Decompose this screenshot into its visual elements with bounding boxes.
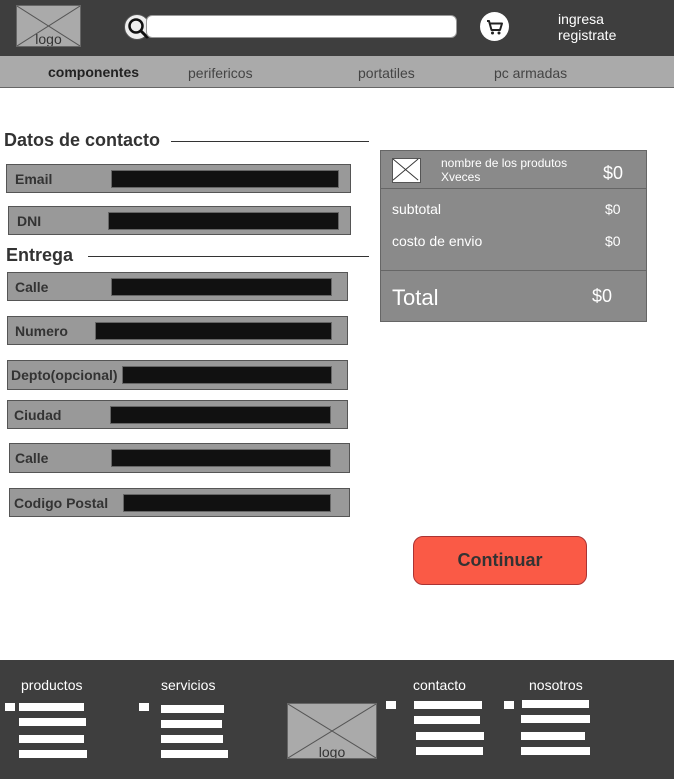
apartment-label: Depto(opcional) (11, 367, 118, 383)
subtotal-label: subtotal (392, 201, 442, 217)
number-field: Numero (7, 316, 348, 345)
footer-logo-label: logo (318, 744, 346, 759)
footer-link[interactable] (416, 732, 484, 740)
total-label: Total (392, 285, 439, 310)
nav-item-pc-armadas[interactable]: pc armadas (494, 65, 567, 81)
image-placeholder-icon (392, 158, 419, 181)
email-input[interactable] (111, 169, 339, 188)
summary-divider (381, 270, 646, 271)
footer-about-heading[interactable]: nosotros (529, 677, 583, 693)
logo-label: logo (35, 31, 62, 47)
nav-item-componentes[interactable]: componentes (48, 64, 139, 80)
summary-divider (381, 188, 646, 189)
header: logo ingresa registrate (0, 0, 674, 56)
street-label-2: Calle (15, 450, 49, 466)
footer-link[interactable] (414, 701, 482, 709)
email-field: Email (6, 164, 351, 193)
footer-link[interactable] (414, 716, 480, 724)
street-input-2[interactable] (111, 449, 331, 467)
footer-link[interactable] (161, 735, 223, 743)
city-input[interactable] (110, 405, 331, 424)
footer-products-heading[interactable]: productos (21, 677, 82, 693)
footer-link[interactable] (521, 715, 590, 723)
order-summary: nombre de los produtos Xveces $0 subtota… (380, 150, 647, 322)
product-name: nombre de los produtos (441, 156, 568, 170)
nav-item-perifericos[interactable]: perifericos (188, 65, 253, 81)
footer-link[interactable] (19, 735, 84, 743)
email-label: Email (15, 170, 53, 187)
footer-link[interactable] (521, 732, 585, 740)
footer: productos servicios logo contacto nosotr… (0, 660, 674, 779)
total-value: $0 (592, 286, 613, 306)
cart-button[interactable] (480, 12, 509, 41)
footer-link[interactable] (522, 700, 589, 708)
number-input[interactable] (95, 321, 332, 340)
login-link[interactable]: ingresa (558, 11, 604, 27)
footer-logo[interactable]: logo (287, 703, 377, 759)
footer-link[interactable] (416, 747, 483, 755)
postal-code-input[interactable] (123, 493, 331, 512)
dni-label: DNI (17, 212, 42, 229)
footer-link[interactable] (161, 750, 228, 758)
shipping-value: $0 (605, 233, 621, 249)
category-nav: componentes perifericos portatiles pc ar… (0, 56, 674, 88)
search-input[interactable] (146, 15, 457, 38)
street-field: Calle (7, 272, 348, 301)
footer-contact-heading[interactable]: contacto (413, 677, 466, 693)
product-price: $0 (603, 163, 624, 183)
register-link[interactable]: registrate (558, 27, 616, 43)
footer-bullet (504, 701, 514, 709)
postal-code-label: Codigo Postal (14, 494, 109, 511)
footer-link[interactable] (521, 747, 590, 755)
dni-input[interactable] (108, 211, 339, 230)
street-field-2: Calle (9, 443, 350, 473)
section-divider (88, 256, 369, 257)
apartment-field: Depto(opcional) (7, 360, 348, 390)
footer-bullet (139, 703, 149, 711)
delivery-section-title: Entrega (6, 245, 74, 265)
product-image (392, 158, 421, 183)
footer-link[interactable] (19, 718, 86, 726)
cart-icon (487, 20, 503, 35)
logo[interactable]: logo (16, 5, 81, 47)
street-label: Calle (15, 278, 49, 295)
footer-link[interactable] (161, 705, 224, 713)
footer-link[interactable] (19, 703, 84, 711)
postal-code-field: Codigo Postal (9, 488, 350, 517)
footer-link[interactable] (19, 750, 87, 758)
number-label: Numero (15, 322, 68, 339)
city-label: Ciudad (14, 406, 62, 423)
street-input[interactable] (111, 277, 332, 296)
nav-item-portatiles[interactable]: portatiles (358, 65, 415, 81)
footer-services-heading[interactable]: servicios (161, 677, 215, 693)
product-quantity: Xveces (441, 170, 481, 184)
dni-field: DNI (8, 206, 351, 235)
footer-bullet (386, 701, 396, 709)
city-field: Ciudad (7, 400, 348, 429)
section-divider (171, 141, 369, 142)
footer-link[interactable] (161, 720, 222, 728)
apartment-input[interactable] (122, 366, 332, 384)
contact-section-title: Datos de contacto (4, 130, 161, 150)
shipping-label: costo de envio (392, 233, 483, 249)
subtotal-value: $0 (605, 201, 621, 217)
continue-button[interactable]: Continuar (413, 536, 587, 585)
footer-bullet (5, 703, 15, 711)
